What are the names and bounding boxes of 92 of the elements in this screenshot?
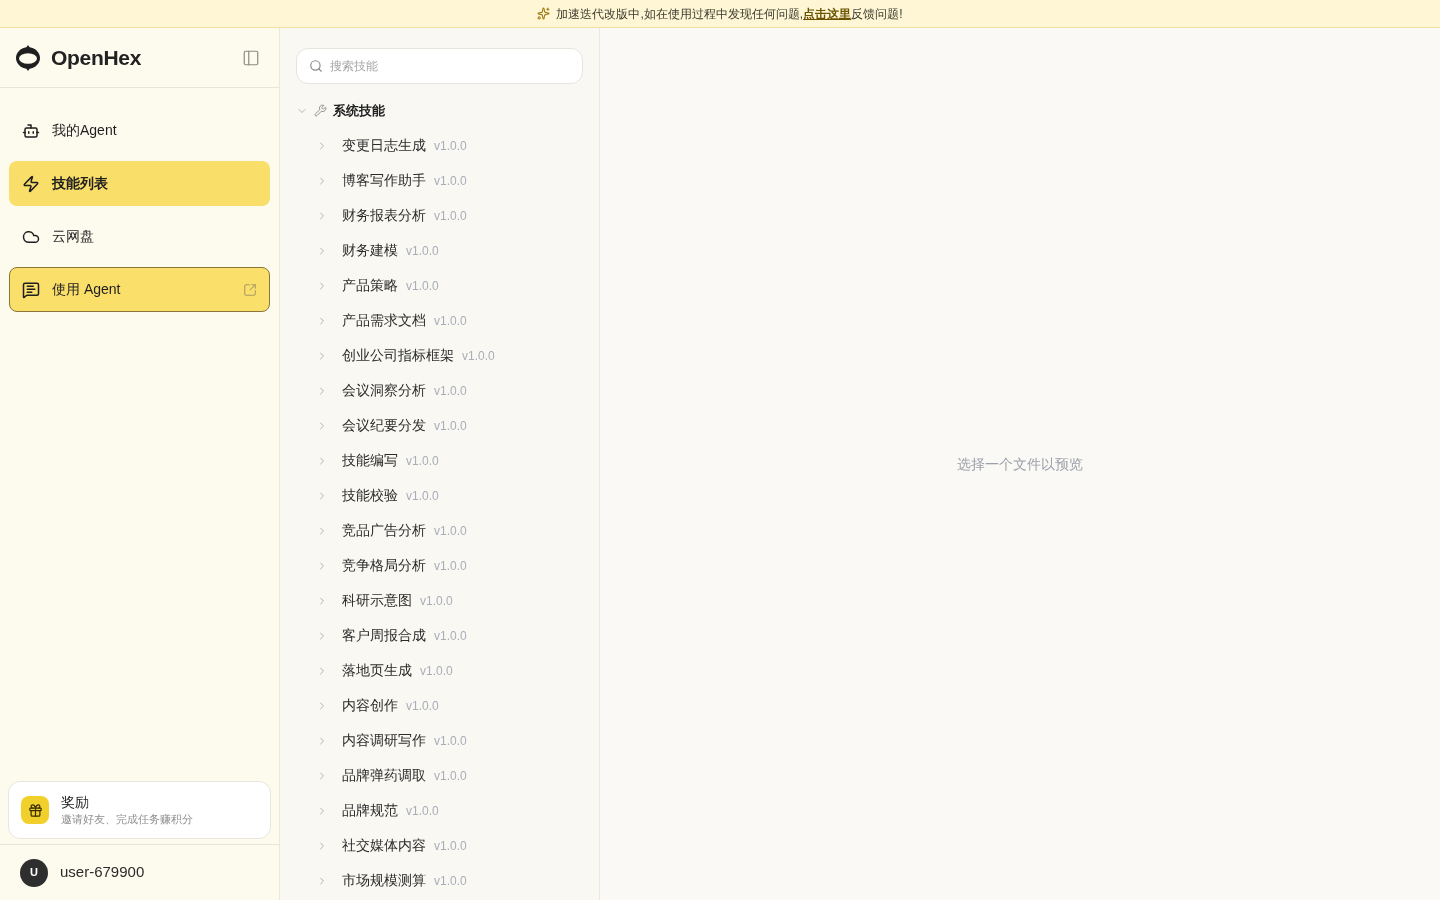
version-label: v1.0.0 [434,417,467,435]
skill-name: 竞争格局分析 [342,556,426,575]
tree-group-row[interactable]: 系统技能 [280,93,599,128]
nav-item[interactable]: 我的Agent [9,108,270,153]
skill-name: 会议洞察分析 [342,381,426,400]
user-avatar[interactable]: U [20,858,48,887]
version-label: v1.0.0 [462,347,495,365]
nav-item[interactable]: 使用 Agent [9,267,270,312]
announcement-text: 加速迭代改版中,如在使用过程中发现任何问题,点击这里反馈问题! [556,5,903,23]
empty-preview-message: 选择一个文件以预览 [957,454,1083,474]
tree-item-row[interactable]: 变更日志生成 v1.0.0 [280,128,599,163]
wrench-icon [314,104,327,117]
skill-name: 博客写作助手 [342,171,426,190]
search-field[interactable]: 搜索技能 [296,48,583,84]
reward-card[interactable]: 奖励 邀请好友、完成任务赚积分 [8,781,271,839]
version-label: v1.0.0 [434,557,467,575]
chat-bubble-icon [22,280,40,299]
skill-name: 内容调研写作 [342,731,426,750]
search-icon [309,59,323,73]
skill-name: 品牌规范 [342,801,398,820]
tree-item-row[interactable]: 品牌规范 v1.0.0 [280,793,599,828]
version-label: v1.0.0 [406,487,439,505]
tree-item-row[interactable]: 品牌弹药调取 v1.0.0 [280,758,599,793]
skill-name: 会议纪要分发 [342,416,426,435]
nav-item[interactable]: 技能列表 [9,161,270,206]
tree-item-row[interactable]: 内容调研写作 v1.0.0 [280,723,599,758]
skill-name: 科研示意图 [342,591,412,610]
tree-item-row[interactable]: 产品策略 v1.0.0 [280,268,599,303]
logo-icon [16,44,40,71]
skill-name: 客户周报合成 [342,626,426,645]
skill-name: 品牌弹药调取 [342,766,426,785]
tree-item-row[interactable]: 财务建模 v1.0.0 [280,233,599,268]
version-label: v1.0.0 [406,277,439,295]
version-label: v1.0.0 [434,382,467,400]
reward-title: 奖励 [61,793,90,811]
skill-name: 创业公司指标框架 [342,346,454,365]
skill-name: 变更日志生成 [342,136,426,155]
skill-name: 财务建模 [342,241,398,260]
tree-item-row[interactable]: 会议纪要分发 v1.0.0 [280,408,599,443]
external-link-icon [243,282,257,297]
version-label: v1.0.0 [406,802,439,820]
version-label: v1.0.0 [434,172,467,190]
skill-name: 产品需求文档 [342,311,426,330]
lightning-icon [22,174,40,193]
tree-item-row[interactable]: 技能校验 v1.0.0 [280,478,599,513]
version-label: v1.0.0 [420,592,453,610]
version-label: v1.0.0 [434,767,467,785]
skill-name: 内容创作 [342,696,398,715]
tree-item-row[interactable]: 创业公司指标框架 v1.0.0 [280,338,599,373]
tree-item-row[interactable]: 市场规模测算 v1.0.0 [280,863,599,898]
version-label: v1.0.0 [434,732,467,750]
tree-item-row[interactable]: 博客写作助手 v1.0.0 [280,163,599,198]
version-label: v1.0.0 [434,522,467,540]
tree-item-row[interactable]: 会议洞察分析 v1.0.0 [280,373,599,408]
tree-item-row[interactable]: 客户周报合成 v1.0.0 [280,618,599,653]
version-label: v1.0.0 [434,872,467,890]
version-label: v1.0.0 [434,137,467,155]
version-label: v1.0.0 [406,452,439,470]
version-label: v1.0.0 [434,837,467,855]
skill-name: 市场规模测算 [342,871,426,890]
skill-name: 技能校验 [342,486,398,505]
skill-name: 产品策略 [342,276,398,295]
tree-item-row[interactable]: 技能编写 v1.0.0 [280,443,599,478]
skill-name: 财务报表分析 [342,206,426,225]
robot-icon [22,121,40,140]
tree-item-row[interactable]: 内容创作 v1.0.0 [280,688,599,723]
version-label: v1.0.0 [434,627,467,645]
tree-item-row[interactable]: 财务报表分析 v1.0.0 [280,198,599,233]
tree-item-row[interactable]: 竞争格局分析 v1.0.0 [280,548,599,583]
version-label: v1.0.0 [406,697,439,715]
reward-subtitle: 邀请好友、完成任务赚积分 [61,812,193,827]
user-name: user-679900 [60,862,145,883]
tree-group-label: 系统技能 [333,101,385,120]
version-label: v1.0.0 [434,312,467,330]
sidebar-toggle-icon[interactable] [242,48,260,67]
nav-item[interactable]: 云网盘 [9,214,270,259]
tree-item-row[interactable]: 竞品广告分析 v1.0.0 [280,513,599,548]
skill-name: 落地页生成 [342,661,412,680]
sparkle-icon [537,7,551,20]
tree-item-row[interactable]: 科研示意图 v1.0.0 [280,583,599,618]
version-label: v1.0.0 [420,662,453,680]
tree-item-row[interactable]: 落地页生成 v1.0.0 [280,653,599,688]
tree-item-row[interactable]: 产品需求文档 v1.0.0 [280,303,599,338]
version-label: v1.0.0 [434,207,467,225]
feedback-link[interactable]: 点击这里 [803,6,852,21]
skill-name: 社交媒体内容 [342,836,426,855]
gift-icon [21,796,49,824]
version-label: v1.0.0 [406,242,439,260]
skill-name: 技能编写 [342,451,398,470]
brand-name: OpenHex [51,44,142,71]
tree-item-row[interactable]: 社交媒体内容 v1.0.0 [280,828,599,863]
skill-name: 竞品广告分析 [342,521,426,540]
